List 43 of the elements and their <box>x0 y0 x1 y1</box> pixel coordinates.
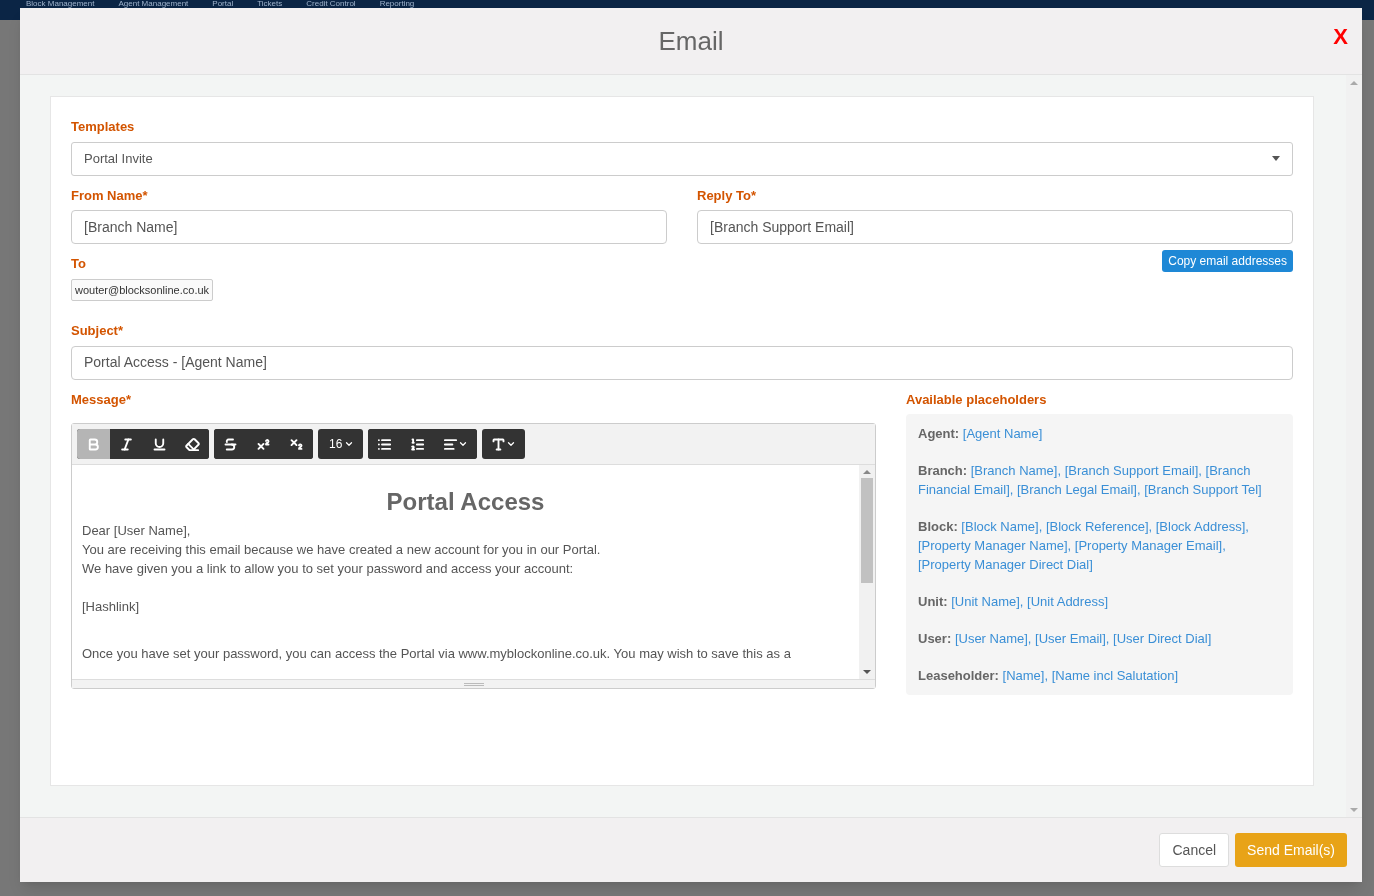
placeholder-group: Agent: [Agent Name] <box>918 424 1281 443</box>
text-field[interactable]: [Branch Support Email] <box>697 210 1293 244</box>
bold-icon <box>86 436 101 452</box>
template-select[interactable]: Portal Invite <box>71 141 1293 176</box>
cancel-button[interactable]: Cancel <box>1159 833 1230 867</box>
text-field[interactable]: [Branch Name] <box>71 210 667 244</box>
message-line: Once you have set your password, you can access the Portal via www.myblockonline.co.uk. You may wish to save this as a <box>82 645 792 663</box>
message-line: You are receiving this email because we have created a new account for you in our Portal. <box>82 541 602 559</box>
field-label: Available placeholders <box>906 390 1048 409</box>
message-line: We have given you a link to allow you to set your password and access your account: <box>82 560 575 578</box>
bullets-icon <box>377 436 393 452</box>
caret-icon <box>458 439 469 449</box>
field-label: Reply To* <box>697 186 757 205</box>
field-label: To <box>71 255 87 273</box>
field-label: Templates <box>71 118 136 136</box>
placeholder-group: Unit: [Unit Name], [Unit Address] <box>918 592 1281 611</box>
text-field[interactable]: Portal Access - [Agent Name] <box>71 345 1293 380</box>
resize-handle[interactable] <box>72 679 875 688</box>
placeholder-group: Block: [Block Name], [Block Reference], [Block Address], [Property Manager Name], [Property Manager Email], [Property Manager Direct Dial] <box>918 517 1281 574</box>
placeholder-group: User: [User Name], [User Email], [User Direct Dial] <box>918 629 1281 648</box>
eraser-icon <box>185 436 200 452</box>
caret-icon <box>506 439 517 449</box>
message-line: [Hashlink] <box>82 598 141 616</box>
caret-icon <box>344 439 355 449</box>
dialog-title: Email <box>658 24 724 58</box>
copy-emails-button[interactable]: Copy email addresses <box>1162 250 1293 272</box>
message-line: Dear [User Name], <box>82 522 192 540</box>
close-button[interactable]: X <box>1333 20 1348 53</box>
field-label: From Name* <box>71 186 149 205</box>
italic-icon <box>119 436 134 452</box>
underline-icon <box>152 436 167 452</box>
dropdown-caret-icon <box>1272 156 1280 161</box>
field-label: Message* <box>71 390 132 409</box>
message-heading: Portal Access <box>385 487 546 517</box>
recipient-tag[interactable]: wouter@blocksonline.co.uk <box>71 278 214 301</box>
field-label: Subject* <box>71 322 124 340</box>
placeholder-group: Branch: [Branch Name], [Branch Support Email], [Branch Financial Email], [Branch Legal Email], [Branch Support Tel] <box>918 461 1281 499</box>
placeholder-group: Leaseholder: [Name], [Name incl Salutation] <box>918 666 1281 685</box>
subscript-icon <box>289 436 304 452</box>
strike-icon <box>223 436 238 452</box>
align-icon <box>443 436 459 452</box>
numbers-icon <box>410 436 426 452</box>
superscript-icon <box>256 436 271 452</box>
